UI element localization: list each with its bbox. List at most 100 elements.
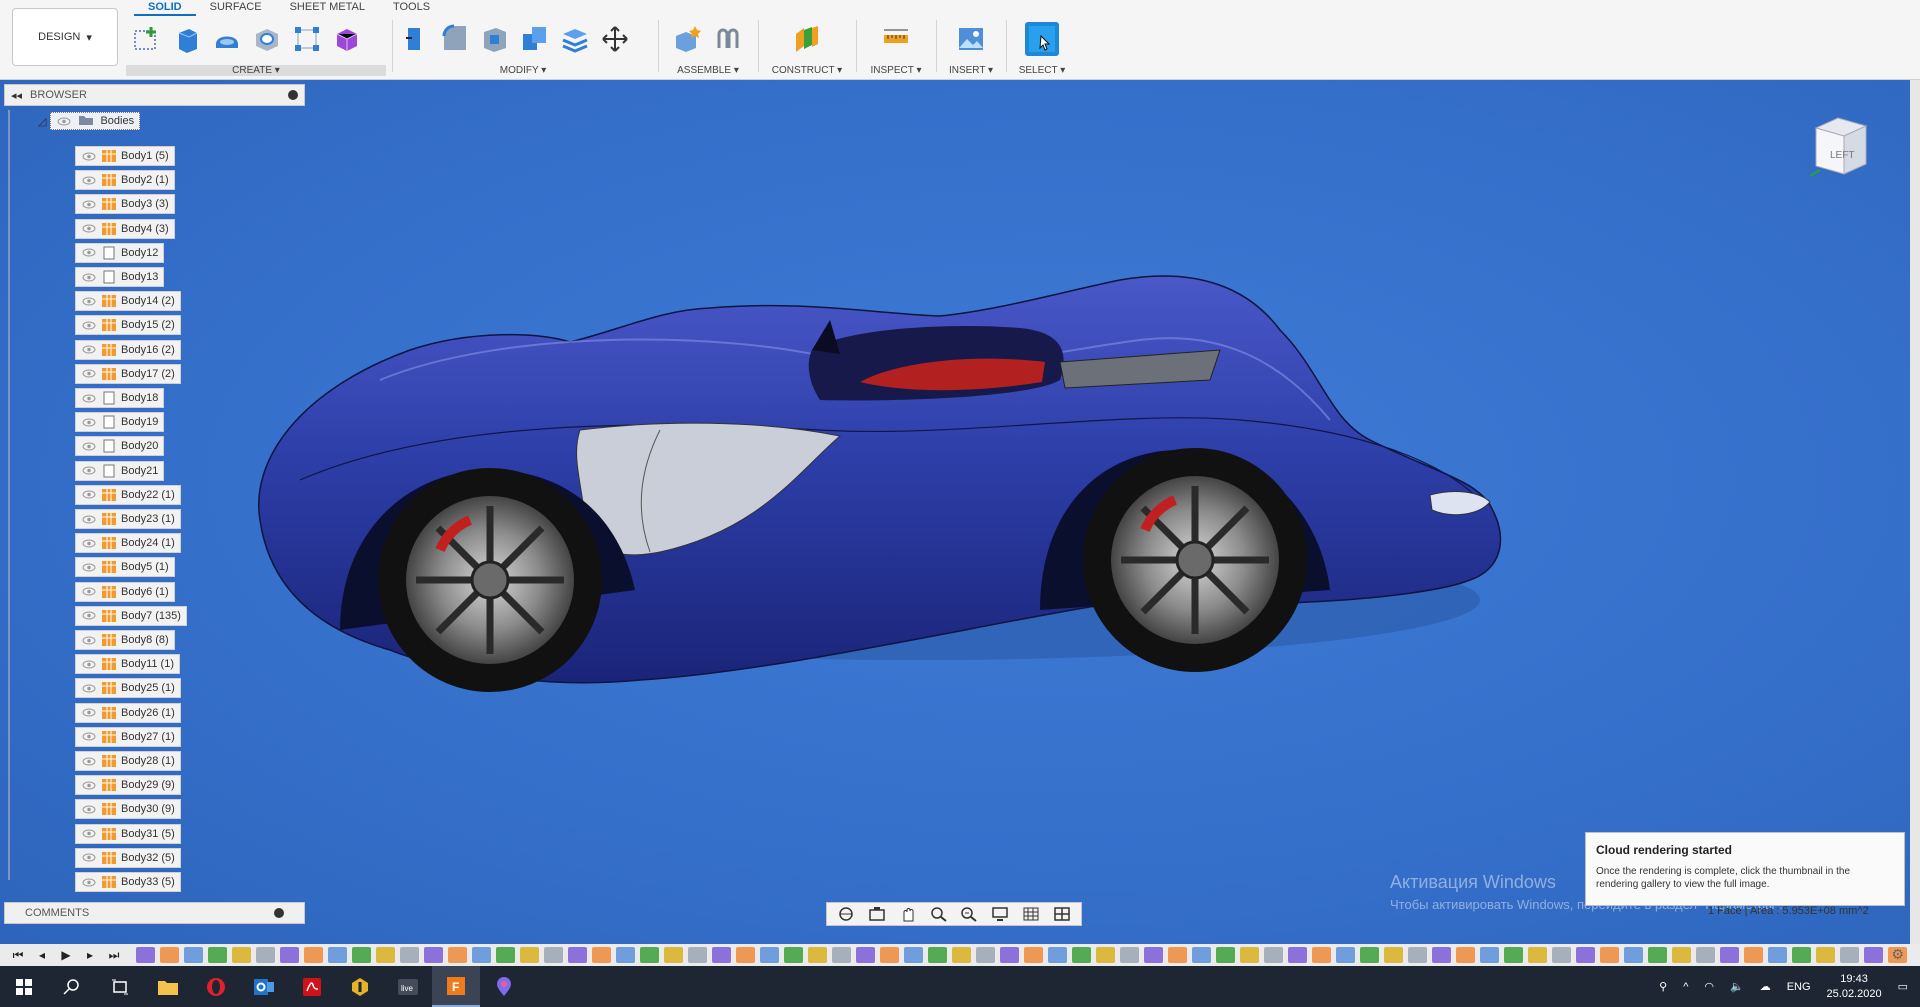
- timeline-feature-icon[interactable]: [952, 947, 971, 963]
- visibility-eye-icon[interactable]: [81, 829, 97, 839]
- timeline-feature-icon[interactable]: [1000, 947, 1019, 963]
- timeline-feature-icon[interactable]: [1456, 947, 1475, 963]
- hole-icon[interactable]: [250, 22, 284, 56]
- add-comment-icon[interactable]: [274, 908, 284, 918]
- visibility-eye-icon[interactable]: [81, 272, 97, 282]
- timeline-feature-icon[interactable]: [1048, 947, 1067, 963]
- chevron-up-icon[interactable]: ^: [1683, 981, 1688, 993]
- visibility-eye-icon[interactable]: [81, 345, 97, 355]
- pan-icon[interactable]: [897, 905, 919, 923]
- display-settings-icon[interactable]: [989, 905, 1011, 923]
- browser-body-item[interactable]: Body12: [75, 242, 165, 263]
- timeline-feature-icon[interactable]: [1600, 947, 1619, 963]
- timeline-feature-icon[interactable]: [736, 947, 755, 963]
- timeline-feature-icon[interactable]: [448, 947, 467, 963]
- orbit-icon[interactable]: [835, 905, 857, 923]
- visibility-eye-icon[interactable]: [81, 708, 97, 718]
- visibility-eye-icon[interactable]: [81, 562, 97, 572]
- timeline-feature-icon[interactable]: [880, 947, 899, 963]
- clock[interactable]: 19:43 25.02.2020: [1827, 972, 1882, 1002]
- visibility-eye-icon[interactable]: [81, 199, 97, 209]
- visibility-eye-icon[interactable]: [81, 466, 97, 476]
- timeline-feature-icon[interactable]: [1072, 947, 1091, 963]
- browser-body-item[interactable]: Body22 (1): [75, 484, 181, 505]
- visibility-eye-icon[interactable]: [81, 224, 97, 234]
- pattern-icon[interactable]: [290, 22, 324, 56]
- timeline-feature-icon[interactable]: [616, 947, 635, 963]
- timeline-feature-icon[interactable]: [232, 947, 251, 963]
- create-sketch-icon[interactable]: [130, 22, 164, 56]
- browser-body-item[interactable]: Body29 (9): [75, 775, 181, 796]
- app-icon-yellow[interactable]: [336, 966, 384, 1007]
- timeline-feature-icon[interactable]: [1744, 947, 1763, 963]
- browser-body-item[interactable]: Body20: [75, 436, 165, 457]
- zoom-icon[interactable]: [928, 905, 950, 923]
- visibility-eye-icon[interactable]: [81, 296, 97, 306]
- visibility-eye-icon[interactable]: [81, 611, 97, 621]
- timeline-feature-icon[interactable]: [664, 947, 683, 963]
- timeline-feature-icon[interactable]: [160, 947, 179, 963]
- timeline-feature-icon[interactable]: [976, 947, 995, 963]
- timeline-feature-icon[interactable]: [1432, 947, 1451, 963]
- timeline-feature-icon[interactable]: [1216, 947, 1235, 963]
- visibility-eye-icon[interactable]: [81, 853, 97, 863]
- tab-tools[interactable]: TOOLS: [379, 0, 444, 16]
- timeline-feature-icon[interactable]: [1528, 947, 1547, 963]
- timeline-feature-icon[interactable]: [496, 947, 515, 963]
- timeline-feature-icon[interactable]: [136, 947, 155, 963]
- timeline-feature-icon[interactable]: [520, 947, 539, 963]
- timeline-feature-icon[interactable]: [1648, 947, 1667, 963]
- revolve-icon[interactable]: [210, 22, 244, 56]
- timeline-feature-icon[interactable]: [1240, 947, 1259, 963]
- timeline-settings-icon[interactable]: ⚙: [1891, 946, 1904, 963]
- visibility-eye-icon[interactable]: [81, 248, 97, 258]
- file-explorer-icon[interactable]: [144, 966, 192, 1007]
- form-icon[interactable]: [330, 22, 364, 56]
- visibility-eye-icon[interactable]: [81, 683, 97, 693]
- timeline-feature-icon[interactable]: [1816, 947, 1835, 963]
- timeline-feature-icon[interactable]: [808, 947, 827, 963]
- timeline-feature-icon[interactable]: [640, 947, 659, 963]
- timeline-feature-icon[interactable]: [544, 947, 563, 963]
- offset-face-icon[interactable]: [558, 22, 592, 56]
- view-cube[interactable]: LEFT: [1806, 106, 1886, 186]
- play-icon[interactable]: ▶: [56, 946, 76, 964]
- browser-body-item[interactable]: Body32 (5): [75, 847, 181, 868]
- visibility-eye-icon[interactable]: [81, 635, 97, 645]
- insert-menu[interactable]: INSERT ▾: [942, 65, 1000, 76]
- timeline-feature-icon[interactable]: [904, 947, 923, 963]
- visibility-eye-icon[interactable]: [81, 417, 97, 427]
- people-icon[interactable]: ⚲: [1659, 980, 1667, 993]
- opera-icon[interactable]: [192, 966, 240, 1007]
- visibility-eye-icon[interactable]: [81, 659, 97, 669]
- fusion-taskbar-icon[interactable]: F: [432, 966, 480, 1007]
- go-to-end-icon[interactable]: ⏭: [104, 946, 124, 964]
- browser-body-item[interactable]: Body6 (1): [75, 581, 175, 602]
- visibility-eye-icon[interactable]: [81, 732, 97, 742]
- timeline-feature-icon[interactable]: [1840, 947, 1859, 963]
- timeline-feature-icon[interactable]: [424, 947, 443, 963]
- browser-body-item[interactable]: Body18: [75, 388, 165, 408]
- move-icon[interactable]: [598, 22, 632, 56]
- browser-body-item[interactable]: Body30 (9): [75, 799, 181, 820]
- browser-body-item[interactable]: Body33 (5): [75, 872, 181, 892]
- timeline-feature-icon[interactable]: [784, 947, 803, 963]
- right-scrollbar[interactable]: [1910, 80, 1920, 966]
- visibility-eye-icon[interactable]: [81, 756, 97, 766]
- visibility-eye-icon[interactable]: [81, 538, 97, 548]
- browser-body-item[interactable]: Body24 (1): [75, 533, 181, 554]
- shell-icon[interactable]: [478, 22, 512, 56]
- visibility-eye-icon[interactable]: [81, 369, 97, 379]
- visibility-eye-icon[interactable]: [81, 393, 97, 403]
- joint-icon[interactable]: [711, 22, 745, 56]
- browser-body-item[interactable]: Body25 (1): [75, 678, 181, 699]
- timeline-feature-icon[interactable]: [400, 947, 419, 963]
- timeline-feature-icon[interactable]: [280, 947, 299, 963]
- timeline-feature-icon[interactable]: [1264, 947, 1283, 963]
- measure-icon[interactable]: [879, 22, 913, 56]
- browser-body-item[interactable]: Body31 (5): [75, 823, 181, 844]
- browser-body-item[interactable]: Body27 (1): [75, 726, 181, 747]
- visibility-eye-icon[interactable]: [81, 175, 97, 185]
- timeline-feature-icon[interactable]: [1552, 947, 1571, 963]
- construct-menu[interactable]: CONSTRUCT ▾: [764, 65, 850, 76]
